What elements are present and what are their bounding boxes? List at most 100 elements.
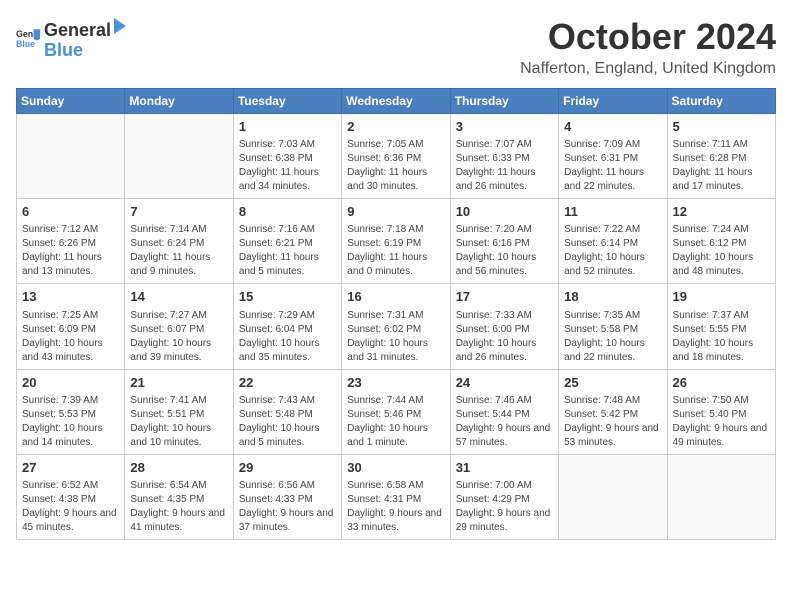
calendar-week-row: 20 Sunrise: 7:39 AM Sunset: 5:53 PM Dayli… — [17, 369, 776, 454]
logo-text-blue: Blue — [44, 40, 83, 60]
day-detail: Sunrise: 7:16 AM Sunset: 6:21 PM Dayligh… — [239, 223, 336, 279]
day-detail: Sunrise: 7:44 AM Sunset: 5:46 PM Dayligh… — [347, 394, 444, 450]
calendar-cell — [667, 454, 775, 539]
logo-text-general: General — [44, 21, 111, 41]
calendar-cell: 13 Sunrise: 7:25 AM Sunset: 6:09 PM Dayli… — [17, 284, 125, 369]
calendar-day-header: Friday — [559, 89, 667, 114]
day-detail: Sunrise: 6:56 AM Sunset: 4:33 PM Dayligh… — [239, 479, 336, 535]
day-number: 3 — [456, 118, 553, 136]
day-number: 10 — [456, 203, 553, 221]
calendar-cell: 31 Sunrise: 7:00 AM Sunset: 4:29 PM Dayli… — [450, 454, 558, 539]
day-detail: Sunrise: 7:22 AM Sunset: 6:14 PM Dayligh… — [564, 223, 661, 279]
page-header: General Blue General Blue October 2024 N… — [16, 16, 776, 78]
day-number: 27 — [22, 459, 119, 477]
calendar-cell: 4 Sunrise: 7:09 AM Sunset: 6:31 PM Daylig… — [559, 114, 667, 199]
day-detail: Sunrise: 7:39 AM Sunset: 5:53 PM Dayligh… — [22, 394, 119, 450]
day-number: 29 — [239, 459, 336, 477]
logo-icon: General Blue — [16, 26, 40, 50]
day-detail: Sunrise: 7:29 AM Sunset: 6:04 PM Dayligh… — [239, 309, 336, 365]
calendar-cell: 7Sunrise: 7:14 AM Sunset: 6:24 PM Daylig… — [125, 199, 233, 284]
day-detail: Sunrise: 7:24 AM Sunset: 6:12 PM Dayligh… — [673, 223, 770, 279]
day-detail: Sunrise: 7:41 AM Sunset: 5:51 PM Dayligh… — [130, 394, 227, 450]
calendar-day-header: Sunday — [17, 89, 125, 114]
day-number: 28 — [130, 459, 227, 477]
calendar-cell: 30 Sunrise: 6:58 AM Sunset: 4:31 PM Dayli… — [342, 454, 450, 539]
day-number: 17 — [456, 288, 553, 306]
day-detail: Sunrise: 7:20 AM Sunset: 6:16 PM Dayligh… — [456, 223, 553, 279]
day-number: 1 — [239, 118, 336, 136]
calendar-cell — [559, 454, 667, 539]
day-number: 6 — [22, 203, 119, 221]
calendar-cell — [125, 114, 233, 199]
calendar-day-header: Monday — [125, 89, 233, 114]
day-detail: Sunrise: 7:11 AM Sunset: 6:28 PM Dayligh… — [673, 138, 770, 194]
calendar-cell: 25 Sunrise: 7:48 AM Sunset: 5:42 PM Dayli… — [559, 369, 667, 454]
calendar-cell: 17 Sunrise: 7:33 AM Sunset: 6:00 PM Dayli… — [450, 284, 558, 369]
day-detail: Sunrise: 7:48 AM Sunset: 5:42 PM Dayligh… — [564, 394, 661, 450]
calendar-body: 1 Sunrise: 7:03 AM Sunset: 6:38 PM Daylig… — [17, 114, 776, 540]
calendar-week-row: 13 Sunrise: 7:25 AM Sunset: 6:09 PM Dayli… — [17, 284, 776, 369]
day-number: 21 — [130, 374, 227, 392]
day-detail: Sunrise: 7:43 AM Sunset: 5:48 PM Dayligh… — [239, 394, 336, 450]
calendar-cell: 6 Sunrise: 7:12 AM Sunset: 6:26 PM Daylig… — [17, 199, 125, 284]
calendar-cell: 12 Sunrise: 7:24 AM Sunset: 6:12 PM Dayli… — [667, 199, 775, 284]
day-number: 31 — [456, 459, 553, 477]
day-detail: Sunrise: 7:33 AM Sunset: 6:00 PM Dayligh… — [456, 309, 553, 365]
day-detail: Sunrise: 7:00 AM Sunset: 4:29 PM Dayligh… — [456, 479, 553, 535]
day-number: 25 — [564, 374, 661, 392]
day-detail: Sunrise: 6:54 AM Sunset: 4:35 PM Dayligh… — [130, 479, 227, 535]
calendar-cell: 26Sunrise: 7:50 AM Sunset: 5:40 PM Dayli… — [667, 369, 775, 454]
day-number: 18 — [564, 288, 661, 306]
day-detail: Sunrise: 7:31 AM Sunset: 6:02 PM Dayligh… — [347, 309, 444, 365]
calendar-cell: 24Sunrise: 7:46 AM Sunset: 5:44 PM Dayli… — [450, 369, 558, 454]
day-number: 13 — [22, 288, 119, 306]
calendar-cell: 29 Sunrise: 6:56 AM Sunset: 4:33 PM Dayli… — [233, 454, 341, 539]
calendar-cell: 16 Sunrise: 7:31 AM Sunset: 6:02 PM Dayli… — [342, 284, 450, 369]
calendar-cell: 18Sunrise: 7:35 AM Sunset: 5:58 PM Dayli… — [559, 284, 667, 369]
calendar-day-header: Wednesday — [342, 89, 450, 114]
day-number: 23 — [347, 374, 444, 392]
calendar-cell: 1 Sunrise: 7:03 AM Sunset: 6:38 PM Daylig… — [233, 114, 341, 199]
day-number: 30 — [347, 459, 444, 477]
calendar-cell: 20 Sunrise: 7:39 AM Sunset: 5:53 PM Dayli… — [17, 369, 125, 454]
day-number: 2 — [347, 118, 444, 136]
logo-arrow-icon — [112, 16, 128, 36]
calendar-cell: 5Sunrise: 7:11 AM Sunset: 6:28 PM Daylig… — [667, 114, 775, 199]
day-detail: Sunrise: 7:03 AM Sunset: 6:38 PM Dayligh… — [239, 138, 336, 194]
day-detail: Sunrise: 7:50 AM Sunset: 5:40 PM Dayligh… — [673, 394, 770, 450]
day-number: 22 — [239, 374, 336, 392]
calendar-day-header: Saturday — [667, 89, 775, 114]
day-detail: Sunrise: 6:58 AM Sunset: 4:31 PM Dayligh… — [347, 479, 444, 535]
calendar-week-row: 6 Sunrise: 7:12 AM Sunset: 6:26 PM Daylig… — [17, 199, 776, 284]
calendar-cell: 27 Sunrise: 6:52 AM Sunset: 4:38 PM Dayli… — [17, 454, 125, 539]
day-number: 7 — [130, 203, 227, 221]
day-detail: Sunrise: 7:09 AM Sunset: 6:31 PM Dayligh… — [564, 138, 661, 194]
day-number: 19 — [673, 288, 770, 306]
location-title: Nafferton, England, United Kingdom — [520, 60, 776, 78]
svg-text:Blue: Blue — [16, 39, 35, 49]
day-number: 16 — [347, 288, 444, 306]
calendar-cell: 3Sunrise: 7:07 AM Sunset: 6:33 PM Daylig… — [450, 114, 558, 199]
calendar-cell: 19Sunrise: 7:37 AM Sunset: 5:55 PM Dayli… — [667, 284, 775, 369]
day-number: 14 — [130, 288, 227, 306]
calendar-cell: 11Sunrise: 7:22 AM Sunset: 6:14 PM Dayli… — [559, 199, 667, 284]
day-number: 4 — [564, 118, 661, 136]
calendar-header-row: SundayMondayTuesdayWednesdayThursdayFrid… — [17, 89, 776, 114]
calendar-cell: 21 Sunrise: 7:41 AM Sunset: 5:51 PM Dayli… — [125, 369, 233, 454]
calendar-week-row: 27 Sunrise: 6:52 AM Sunset: 4:38 PM Dayli… — [17, 454, 776, 539]
day-number: 8 — [239, 203, 336, 221]
day-number: 12 — [673, 203, 770, 221]
day-detail: Sunrise: 7:46 AM Sunset: 5:44 PM Dayligh… — [456, 394, 553, 450]
calendar-week-row: 1 Sunrise: 7:03 AM Sunset: 6:38 PM Daylig… — [17, 114, 776, 199]
day-detail: Sunrise: 7:12 AM Sunset: 6:26 PM Dayligh… — [22, 223, 119, 279]
day-detail: Sunrise: 6:52 AM Sunset: 4:38 PM Dayligh… — [22, 479, 119, 535]
calendar-cell: 10 Sunrise: 7:20 AM Sunset: 6:16 PM Dayli… — [450, 199, 558, 284]
day-detail: Sunrise: 7:25 AM Sunset: 6:09 PM Dayligh… — [22, 309, 119, 365]
calendar-cell: 22 Sunrise: 7:43 AM Sunset: 5:48 PM Dayli… — [233, 369, 341, 454]
month-title: October 2024 — [520, 16, 776, 58]
day-number: 20 — [22, 374, 119, 392]
day-number: 9 — [347, 203, 444, 221]
title-block: October 2024 Nafferton, England, United … — [520, 16, 776, 78]
day-detail: Sunrise: 7:27 AM Sunset: 6:07 PM Dayligh… — [130, 309, 227, 365]
day-detail: Sunrise: 7:18 AM Sunset: 6:19 PM Dayligh… — [347, 223, 444, 279]
